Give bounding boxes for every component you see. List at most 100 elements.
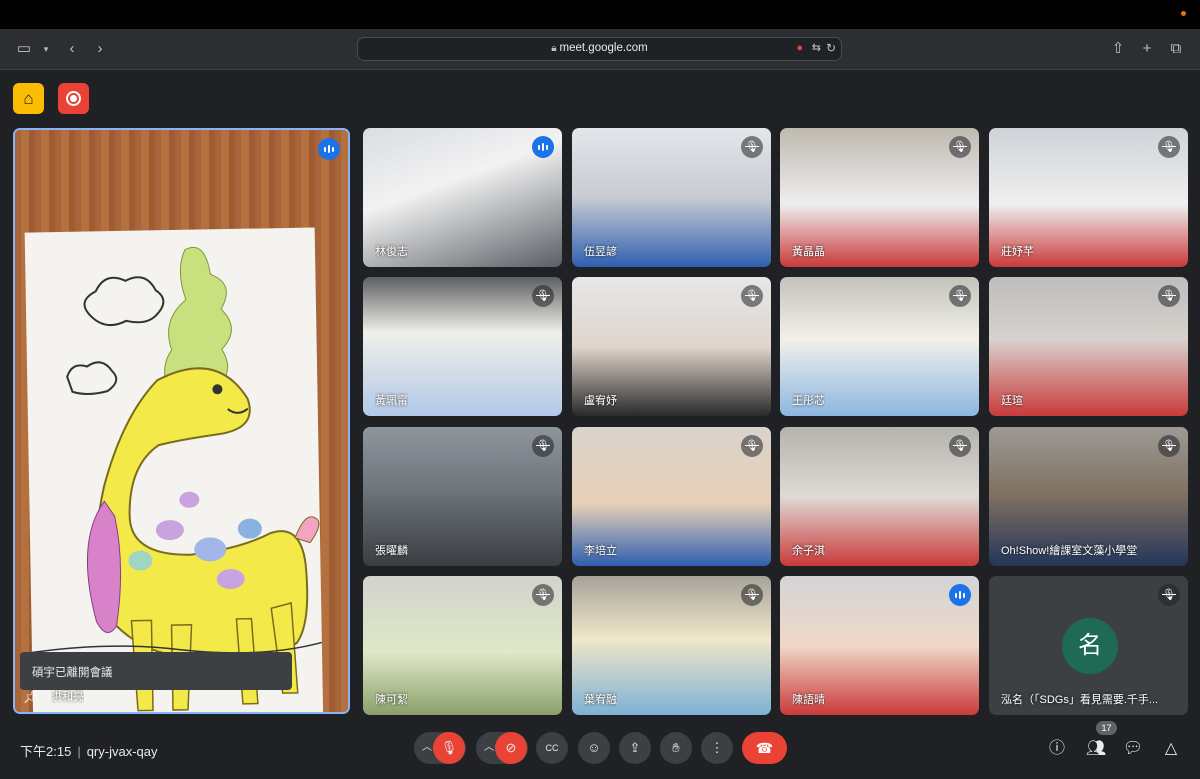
reactions-button[interactable]: ☺: [578, 732, 610, 764]
tab-overview-icon[interactable]: ⧉: [1166, 39, 1186, 59]
mic-muted-icon: 🎙︎: [532, 285, 554, 307]
participant-tile[interactable]: 🎙︎ 黃珮甯: [363, 277, 562, 416]
mic-muted-icon: 🎙︎: [949, 435, 971, 457]
participant-tile[interactable]: 名 🎙︎ 泓名（「SDGs」看見需要.千手...: [989, 576, 1188, 715]
translate-icon[interactable]: ⇆: [812, 41, 821, 54]
participant-tile[interactable]: 🎙︎ 陳可絜: [363, 576, 562, 715]
mic-muted-icon: 🎙︎: [1158, 285, 1180, 307]
participant-name: 林俊志: [375, 246, 408, 258]
more-vert-icon: ⋮: [710, 740, 724, 755]
chat-icon: 💬︎: [1122, 740, 1144, 757]
activities-icon: △: [1164, 740, 1178, 757]
emoji-icon: ☺: [587, 740, 601, 755]
participant-tile[interactable]: 🎙︎ 盧宥妤: [572, 277, 771, 416]
mic-toggle-button[interactable]: 🎙︎: [433, 732, 465, 764]
participant-left-toast: 碩宇已離開會議: [20, 652, 292, 690]
new-tab-icon[interactable]: +: [1137, 39, 1157, 59]
participant-name: 黃珮甯: [375, 395, 408, 407]
mic-muted-icon: 🎙︎: [1158, 435, 1180, 457]
participant-tile[interactable]: 🎙︎ 莊妤芊: [989, 128, 1188, 267]
chevron-up-icon[interactable]: ︿: [484, 732, 494, 764]
participant-name: 黃晶晶: [792, 246, 825, 258]
mic-muted-icon: 🎙︎: [741, 584, 763, 606]
mic-muted-icon: 🎙︎: [532, 435, 554, 457]
chevron-down-icon[interactable]: ▾: [36, 39, 56, 59]
participant-tile[interactable]: 🎙︎ 李培立: [572, 427, 771, 566]
drawing-paper: [24, 227, 324, 712]
mic-muted-icon: 🎙︎: [741, 136, 763, 158]
people-button[interactable]: 👥︎: [1085, 738, 1107, 760]
participant-name: 莊妤芊: [1001, 246, 1034, 258]
meeting-time: 下午2:15: [20, 744, 72, 759]
camera-toggle-button[interactable]: ⊘: [495, 732, 527, 764]
hand-icon: ✋︎: [672, 740, 680, 755]
mic-muted-icon: 🎙︎: [949, 136, 971, 158]
participant-name: 李培立: [584, 545, 617, 557]
participant-name: 葉宥融: [584, 694, 617, 706]
pin-icon[interactable]: 📌︎: [23, 690, 38, 704]
chevron-up-icon[interactable]: ︿: [422, 732, 432, 764]
meeting-details-button[interactable]: ⓘ: [1046, 738, 1068, 760]
activities-button[interactable]: △: [1160, 738, 1182, 760]
meeting-code: qry-jvax-qay: [86, 744, 158, 759]
participant-avatar: 名: [1062, 618, 1118, 674]
participant-tile[interactable]: 🎙︎ 余子淇: [780, 427, 979, 566]
mic-muted-icon: 🎙︎: [532, 584, 554, 606]
mic-muted-icon: 🎙︎: [741, 285, 763, 307]
recording-indicator[interactable]: [58, 83, 89, 114]
url-text: meet.google.com: [559, 42, 648, 54]
captions-button[interactable]: CC: [536, 732, 568, 764]
participant-name: 王彤芯: [792, 395, 825, 407]
back-icon[interactable]: ‹: [62, 39, 82, 59]
share-icon[interactable]: ⇧: [1108, 39, 1128, 59]
chat-button[interactable]: 💬︎: [1122, 738, 1144, 760]
participant-tile[interactable]: 陳語晴: [780, 576, 979, 715]
door-icon: ⌂: [23, 89, 34, 108]
sidebar-toggle-icon[interactable]: ▭: [14, 39, 34, 59]
info-icon: ⓘ: [1048, 740, 1065, 757]
leave-call-button[interactable]: ☎: [742, 732, 787, 764]
participant-tile[interactable]: 🎙︎ 伍昱諺: [572, 128, 771, 267]
captions-icon: CC: [545, 743, 559, 753]
mic-muted-icon: 🎙︎: [1158, 136, 1180, 158]
participant-name: 廷瑄: [1001, 395, 1023, 407]
host-controls-button[interactable]: ⌂: [13, 83, 44, 114]
participant-tile[interactable]: 🎙︎ 王彤芯: [780, 277, 979, 416]
pinned-participant-name: 洪和亮: [51, 691, 84, 703]
notification-dot: [1181, 11, 1186, 16]
people-icon: 👥︎: [1085, 740, 1107, 757]
pinned-participant-tile[interactable]: 洪和亮 📌︎: [13, 128, 350, 714]
mic-indicator-icon[interactable]: ●: [796, 42, 803, 54]
participant-tile[interactable]: 林俊志: [363, 128, 562, 267]
meeting-control-bar: 下午2:15 | qry-jvax-qay ︿ 🎙︎ ︿ ⊘ CC ☺ ⇪ ✋︎ ⋮…: [0, 720, 1200, 779]
reload-icon[interactable]: ↻: [826, 41, 836, 55]
participant-tile[interactable]: 🎙︎ 廷瑄: [989, 277, 1188, 416]
mic-off-icon: 🎙︎: [440, 740, 458, 755]
participant-name: 陳語晴: [792, 694, 825, 706]
screen-top-strip: [0, 0, 1200, 29]
participant-tile[interactable]: 🎙︎ 張曜麟: [363, 427, 562, 566]
participant-name: 陳可絜: [375, 694, 408, 706]
mic-muted-icon: 🎙︎: [949, 285, 971, 307]
meeting-info: 下午2:15 | qry-jvax-qay: [20, 744, 158, 759]
speaking-indicator-icon: [318, 138, 340, 160]
raise-hand-button[interactable]: ✋︎: [660, 732, 692, 764]
participant-name: 盧宥妤: [584, 395, 617, 407]
giraffe-drawing: [31, 246, 323, 712]
present-button[interactable]: ⇪: [619, 732, 651, 764]
speaking-indicator-icon: [949, 584, 971, 606]
participant-tile[interactable]: 🎙︎ 葉宥融: [572, 576, 771, 715]
lock-icon: 🔒︎: [551, 43, 557, 54]
participant-count-badge: 17: [1096, 721, 1117, 735]
mic-muted-icon: 🎙︎: [741, 435, 763, 457]
participant-name: 張曜麟: [375, 545, 408, 557]
address-bar[interactable]: 🔒︎ meet.google.com ● ⇆ ↻: [357, 37, 842, 61]
forward-icon[interactable]: ›: [90, 39, 110, 59]
participant-tile[interactable]: 🎙︎ Oh!Show!繪課室文藻小學堂: [989, 427, 1188, 566]
participant-tile[interactable]: 🎙︎ 黃晶晶: [780, 128, 979, 267]
speaking-indicator-icon: [532, 136, 554, 158]
more-options-button[interactable]: ⋮: [701, 732, 733, 764]
mic-muted-icon: 🎙︎: [1158, 584, 1180, 606]
phone-hangup-icon: ☎: [755, 740, 774, 756]
participant-name: 余子淇: [792, 545, 825, 557]
